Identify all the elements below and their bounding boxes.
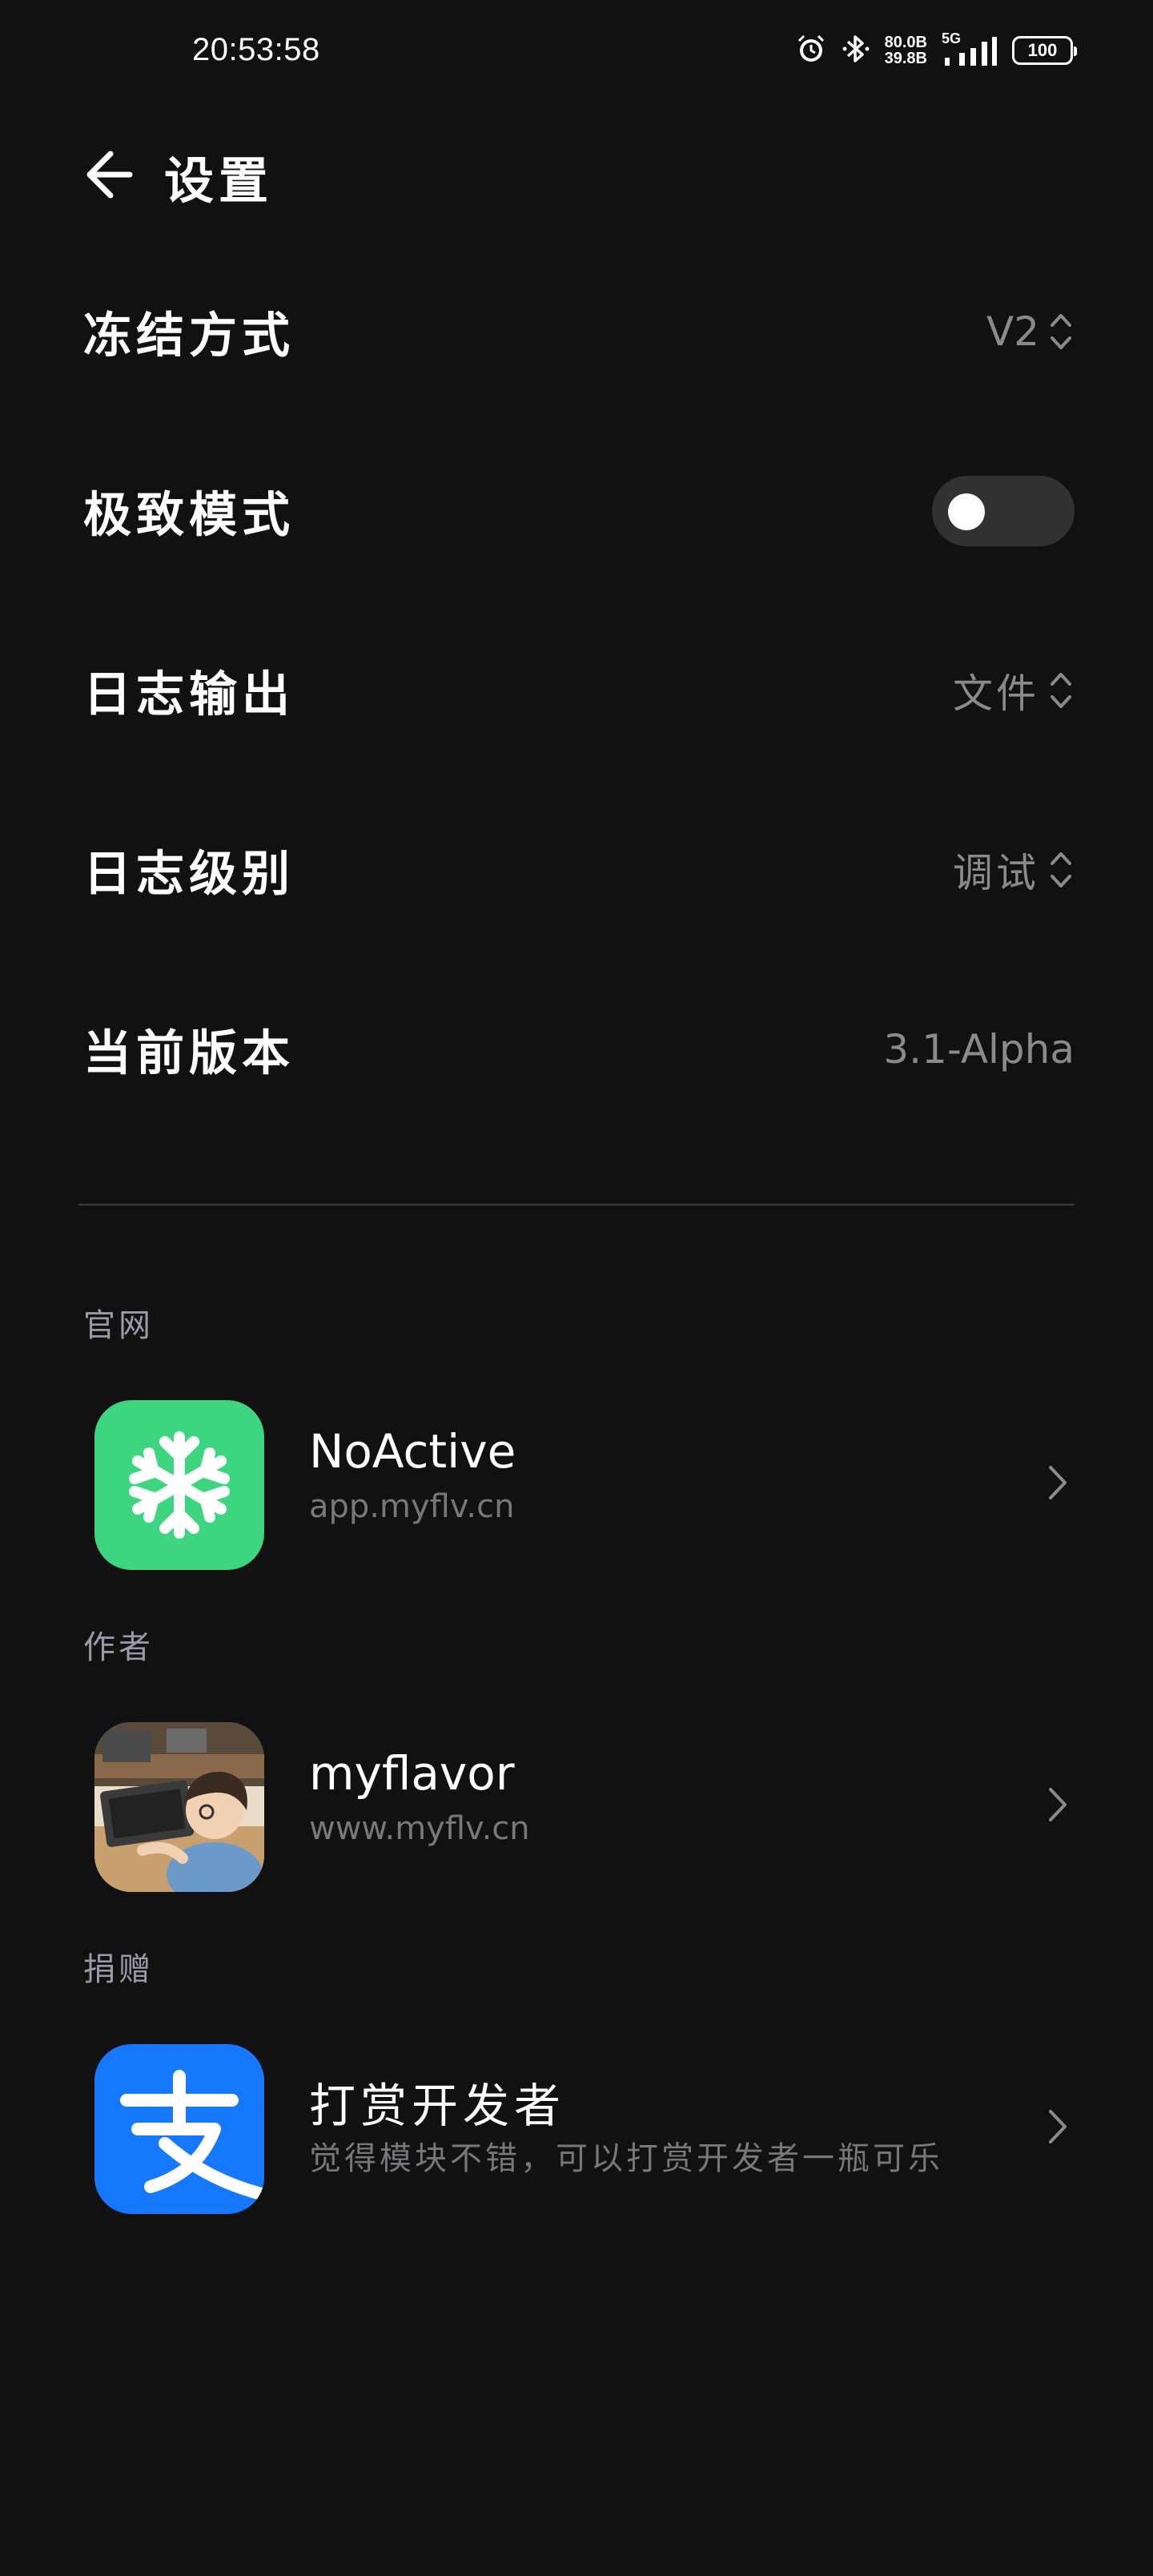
setting-current-version: 当前版本 3.1-Alpha xyxy=(0,960,1153,1139)
chevron-right-icon xyxy=(1049,1466,1067,1499)
link-title: myflavor xyxy=(309,1746,515,1801)
link-subtitle: 觉得模块不错，可以打赏开发者一瓶可乐 xyxy=(309,2140,943,2177)
chevron-up-down-icon xyxy=(1051,673,1071,708)
setting-value: 调试 xyxy=(953,850,1039,896)
section-label-author: 作者 xyxy=(83,1629,154,1666)
alipay-icon xyxy=(94,2044,264,2214)
status-bar: 20:53:58 80.0B 39.8B 5G 100 xyxy=(0,0,1153,104)
header: 设置 xyxy=(0,128,1153,216)
setting-log-output[interactable]: 日志输出 文件 xyxy=(0,601,1153,780)
freeze-mode-dropdown[interactable]: V2 xyxy=(986,308,1075,355)
setting-extreme-mode: 极致模式 xyxy=(0,421,1153,601)
net-up: 80.0B xyxy=(884,34,927,51)
link-author[interactable]: myflavor www.myflv.cn xyxy=(0,1708,1153,1900)
toggle-knob xyxy=(948,493,985,530)
arrow-left-icon[interactable] xyxy=(80,146,144,203)
setting-log-level[interactable]: 日志级别 调试 xyxy=(0,780,1153,960)
setting-label: 当前版本 xyxy=(83,1025,295,1082)
bluetooth-icon xyxy=(842,32,870,69)
net-down: 39.8B xyxy=(884,50,927,67)
link-title: NoActive xyxy=(309,1424,516,1479)
link-noactive[interactable]: NoActive app.myflv.cn xyxy=(0,1386,1153,1578)
battery-icon: 100 xyxy=(1012,36,1077,65)
net-speed: 80.0B 39.8B xyxy=(885,34,927,66)
log-level-dropdown[interactable]: 调试 xyxy=(953,841,1075,899)
setting-label: 日志级别 xyxy=(83,846,295,903)
network-type: 5G xyxy=(942,30,962,46)
setting-freeze-mode[interactable]: 冻结方式 V2 xyxy=(0,242,1153,421)
status-icons: 80.0B 39.8B 5G 100 xyxy=(795,30,1077,70)
setting-label: 日志输出 xyxy=(83,666,295,723)
link-subtitle: app.myflv.cn xyxy=(309,1488,515,1525)
chevron-up-down-icon xyxy=(1051,314,1071,349)
alarm-icon xyxy=(795,33,827,68)
status-time: 20:53:58 xyxy=(192,32,320,67)
avatar-icon xyxy=(94,1722,264,1892)
chevron-up-down-icon xyxy=(1051,852,1071,888)
setting-value: 3.1-Alpha xyxy=(883,1026,1075,1073)
setting-label: 极致模式 xyxy=(83,487,295,544)
section-label-website: 官网 xyxy=(83,1307,154,1344)
setting-label: 冻结方式 xyxy=(83,308,295,364)
current-version: 3.1-Alpha xyxy=(883,1026,1075,1073)
link-subtitle: www.myflv.cn xyxy=(309,1810,530,1847)
page-title: 设置 xyxy=(164,151,274,210)
link-title: 打赏开发者 xyxy=(309,2079,566,2133)
setting-value: 文件 xyxy=(953,670,1039,717)
setting-value: V2 xyxy=(986,308,1039,355)
chevron-right-icon xyxy=(1049,1788,1067,1821)
chevron-right-icon xyxy=(1049,2110,1067,2143)
section-label-donate: 捐赠 xyxy=(83,1951,154,1988)
link-donate[interactable]: 打赏开发者 觉得模块不错，可以打赏开发者一瓶可乐 xyxy=(0,2030,1153,2222)
signal-icon: 5G xyxy=(942,30,998,67)
extreme-mode-toggle[interactable] xyxy=(932,476,1075,546)
snowflake-icon xyxy=(94,1400,264,1570)
log-output-dropdown[interactable]: 文件 xyxy=(953,662,1075,719)
divider xyxy=(78,1204,1075,1205)
